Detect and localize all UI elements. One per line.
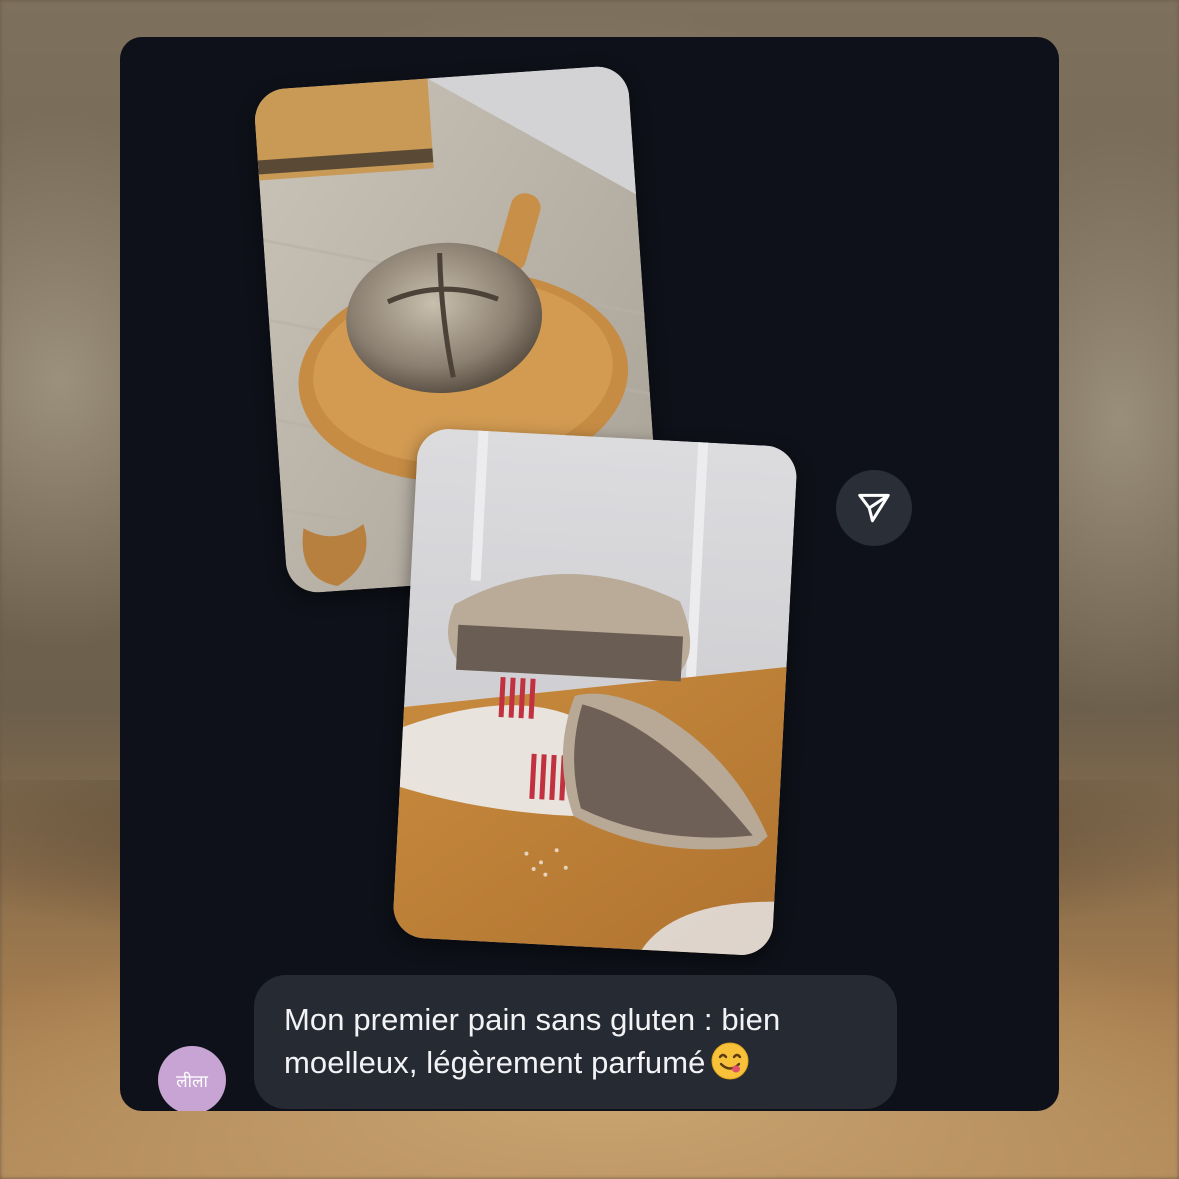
message-text: Mon premier pain sans gluten : bien moel… xyxy=(284,999,867,1084)
message-body: Mon premier pain sans gluten : bien moel… xyxy=(284,1002,781,1080)
chat-panel: लीला Mon premier pain sans gluten : bien… xyxy=(120,37,1059,1111)
avatar-text: लीला xyxy=(176,1071,208,1091)
message-bubble[interactable]: Mon premier pain sans gluten : bien moel… xyxy=(254,975,897,1109)
bread-loaf-sliced-photo[interactable] xyxy=(391,427,799,957)
share-button[interactable] xyxy=(836,470,912,546)
yum-face-emoji xyxy=(711,1042,749,1080)
paper-plane-icon xyxy=(858,493,890,523)
sender-avatar[interactable]: लीला xyxy=(158,1046,226,1111)
